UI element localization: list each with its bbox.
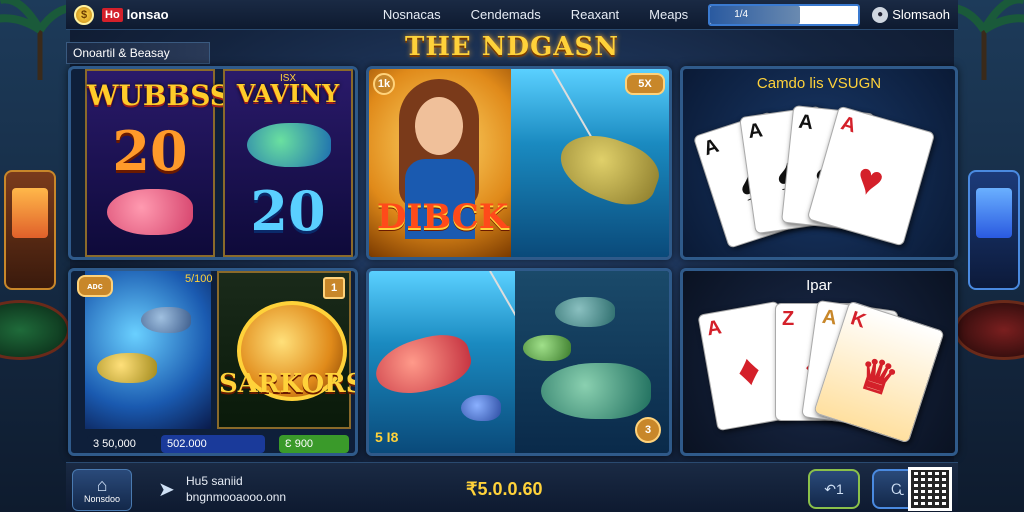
share-icon[interactable]: ➤ [158,477,175,502]
footer-info: Hu5 saniid bngnmooaooo.onn [186,473,286,505]
game-tile-fishing-2[interactable]: 5 I8 3 [366,268,672,456]
search-progress-chip: 1/4 [710,5,801,24]
user-name: Slomsaoh [892,7,950,22]
fish-icon [461,395,501,421]
user-avatar-icon: ● [872,6,889,23]
fish-icon [555,297,615,327]
fish-icon [247,123,331,167]
qr-code-icon[interactable] [908,467,952,511]
brand-badge: Ho [102,7,123,22]
game-label: DIBCK [377,197,509,237]
game-tile-slots[interactable]: WUBBSS 20 VAVINY ISX 20 [68,66,358,260]
dolphin-icon [141,307,191,333]
brand-name[interactable]: lonsao [127,7,169,22]
slot-machine-decor [4,170,56,290]
nav-link-2[interactable]: Cendemads [471,7,541,22]
water-panel: 5X [511,69,669,257]
slot-machine-decor [968,170,1020,290]
fish-icon [97,353,157,383]
balance-display: ₹5.0.0.60 [466,479,543,499]
stat-pill: 3 50,000 [87,435,157,453]
game-tile-sarkors[interactable]: ᴀᴅᴄ 5/100 SARKORS 1 3 50,000 502.000 Ɛ 9… [68,268,358,456]
nav-link-1[interactable]: Nosnacas [383,7,441,22]
tile-tag: 5/100 [185,273,213,285]
home-button[interactable]: ⌂ Nonsdoo [72,469,132,511]
footer-line-2: bngnmooaooo.onn [186,490,287,504]
nav-link-4[interactable]: Meaps [649,7,688,22]
corner-badge: 1 [323,277,345,299]
character-panel: DIBCK 1k [369,69,511,257]
character-face [415,97,463,155]
multiplier-badge: 5X [625,73,665,95]
sarkors-panel: SARKORS 1 [217,271,358,429]
footer-line-1: Hu5 saniid [186,474,243,488]
stat-pill: Ɛ 900 [279,435,349,453]
slot-title-left: WUBBSS [87,79,231,112]
fish-icon [541,363,651,419]
game-label: SARKORS [219,369,358,399]
fish-icon [523,335,571,361]
corner-badge: 1k [373,73,395,95]
user-account[interactable]: ● Slomsaoh [872,6,950,23]
slot-number-right: 20 [250,179,326,243]
nav-link-3[interactable]: Reaxant [571,7,619,22]
page-title: THE NDGASN [404,32,619,62]
home-label: Nonsdoo [83,494,121,504]
slot-number-left: 20 [112,119,188,183]
game-tile-cards[interactable]: Camdo lis VSUGN A♠ A♠ A♠ A♥ [680,66,958,260]
tile-badge: 3 [635,417,661,443]
fish-icon [107,189,193,235]
undo-button[interactable]: ↶1 [808,469,860,509]
game-tile-fishing[interactable]: DIBCK 1k 5X [366,66,672,260]
corner-badge: ᴀᴅᴄ [77,275,113,297]
cards-title: Ipar [806,277,832,294]
cards-title: Camdo lis VSUGN [756,75,882,92]
logo-coin-icon[interactable]: $ [74,4,94,25]
fish-icon [369,327,477,403]
bottom-bar: ⌂ Nonsdoo ➤ Hu5 saniid bngnmooaooo.onn ₹… [66,462,958,512]
slot-reel-right: VAVINY ISX 20 [223,69,353,257]
game-tile-cards-2[interactable]: Ipar A♦ Z♦ A♠ K♛ [680,268,958,456]
fish-icon [551,123,667,215]
stat-pill: 502.000 [161,435,265,453]
deep-water-panel: 3 [515,271,669,453]
search-input[interactable]: 1/4 [708,3,861,26]
home-icon: ⌂ [96,475,108,495]
slot-tag-right: ISX [279,73,297,84]
slot-reel-left: WUBBSS 20 [85,69,231,257]
top-navigation-bar: $ Ho lonsao Nosnacas Cendemads Reaxant M… [66,0,958,30]
water-panel: 5 I8 [369,271,536,453]
tile-badge: 5 I8 [375,429,399,445]
